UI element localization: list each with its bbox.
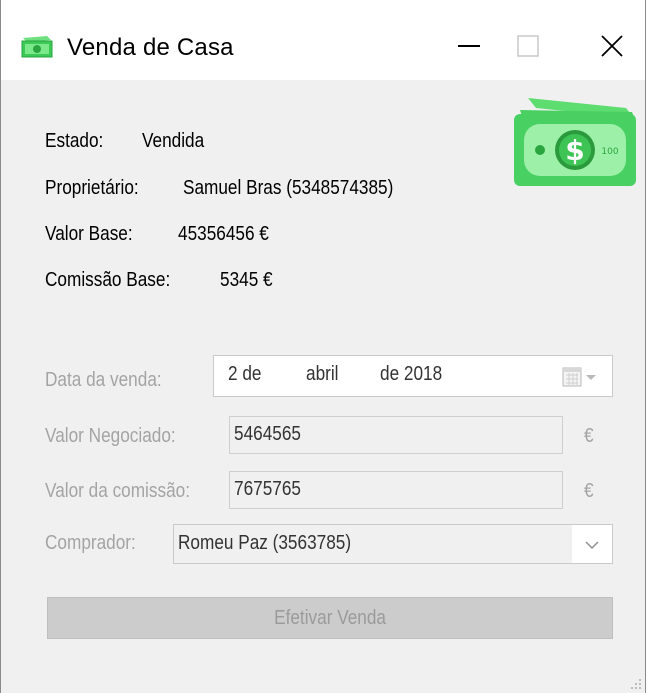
maximize-icon xyxy=(517,35,539,57)
efetivar-venda-button[interactable]: Efetivar Venda xyxy=(47,597,613,639)
valor-negociado-value: 5464565 xyxy=(234,423,301,445)
title-bar[interactable]: Venda de Casa xyxy=(1,0,645,80)
date-month[interactable]: abril xyxy=(306,363,339,386)
date-day[interactable]: 2 de xyxy=(228,363,261,386)
proprietario-label: Proprietário: xyxy=(45,177,139,199)
close-icon xyxy=(601,35,623,57)
svg-text:100: 100 xyxy=(601,147,618,157)
data-venda-label: Data da venda: xyxy=(45,369,162,391)
valor-negociado-label: Valor Negociado: xyxy=(45,425,176,447)
sale-date-picker[interactable]: 2 de abril de 2018 xyxy=(213,355,613,397)
comissao-base-label: Comissão Base: xyxy=(45,269,171,291)
valor-comissao-value: 7675765 xyxy=(234,478,301,500)
comprador-value: Romeu Paz (3563785) xyxy=(178,532,352,554)
resize-grip-icon[interactable] xyxy=(630,678,642,690)
comissao-base-value: 5345 € xyxy=(220,269,273,291)
valor-base-label: Valor Base: xyxy=(45,223,133,245)
svg-text:$: $ xyxy=(565,134,584,167)
calendar-dropdown-icon[interactable] xyxy=(562,366,598,388)
money-icon xyxy=(21,36,53,58)
estado-label: Estado: xyxy=(45,130,104,152)
maximize-button[interactable] xyxy=(505,26,551,66)
money-stack-icon: $ 100 xyxy=(514,98,636,186)
valor-comissao-input[interactable]: 7675765 xyxy=(229,471,563,509)
chevron-down-icon xyxy=(585,541,599,550)
comprador-label: Comprador: xyxy=(45,532,136,554)
valor-base-value: 45356456 € xyxy=(178,223,269,245)
minimize-icon xyxy=(458,45,480,47)
comprador-select[interactable]: Romeu Paz (3563785) xyxy=(173,524,613,564)
proprietario-value: Samuel Bras (5348574385) xyxy=(183,177,394,199)
valor-comissao-unit: € xyxy=(584,480,594,502)
valor-comissao-label: Valor da comissão: xyxy=(45,480,190,502)
date-year[interactable]: de 2018 xyxy=(380,363,442,386)
window-title: Venda de Casa xyxy=(67,34,234,61)
estado-value: Vendida xyxy=(142,130,205,152)
minimize-button[interactable] xyxy=(446,26,492,66)
valor-negociado-unit: € xyxy=(584,425,594,447)
sale-window: Venda de Casa $ 100 Estado: Vendida Prop… xyxy=(0,0,646,693)
comprador-dropdown-button[interactable] xyxy=(572,525,612,563)
efetivar-venda-label: Efetivar Venda xyxy=(274,607,386,629)
close-button[interactable] xyxy=(589,26,635,66)
valor-negociado-input[interactable]: 5464565 xyxy=(229,416,563,454)
